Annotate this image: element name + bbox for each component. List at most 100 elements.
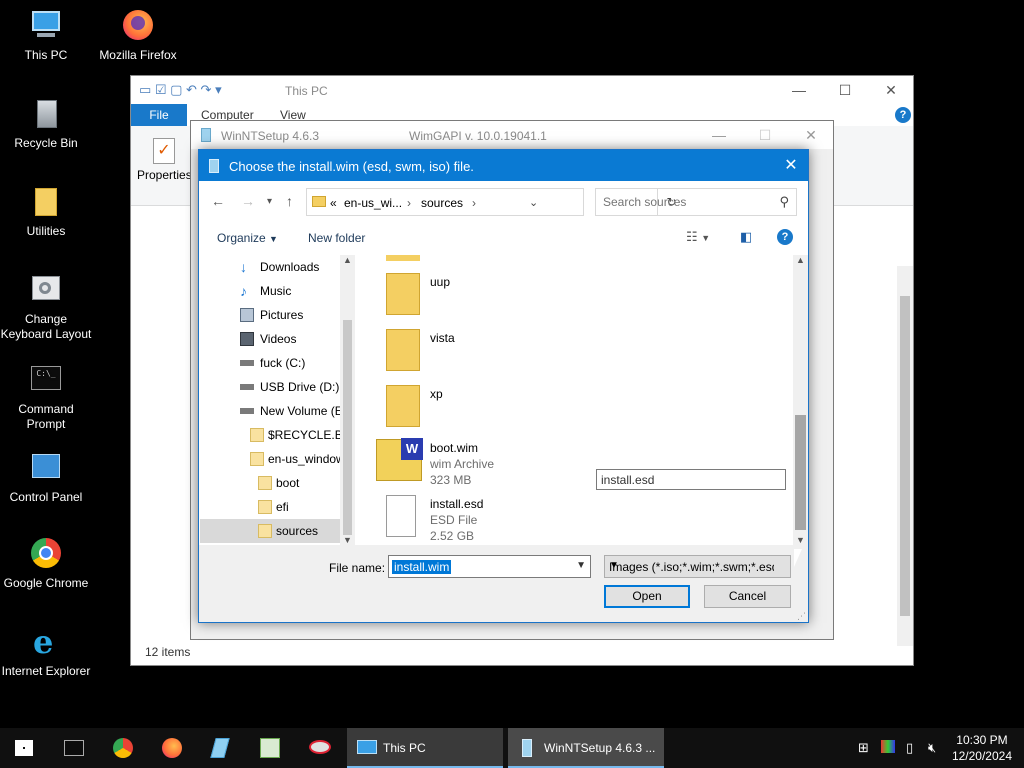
folder-icon xyxy=(250,428,264,442)
file-item-vista[interactable]: vista xyxy=(376,325,776,379)
minimize-icon[interactable]: — xyxy=(776,76,822,104)
new-folder-button[interactable]: New folder xyxy=(308,231,365,245)
folder-icon xyxy=(386,385,420,427)
address-overflow[interactable]: « xyxy=(330,196,337,210)
scroll-up-icon[interactable]: ▲ xyxy=(796,255,805,265)
file-list-scrollbar[interactable]: ▲ ▼ xyxy=(793,255,808,545)
breadcrumb-sources[interactable]: sources xyxy=(421,196,463,210)
search-input[interactable] xyxy=(603,195,763,209)
taskbar-chrome[interactable] xyxy=(101,728,145,768)
file-item-uup[interactable]: uup xyxy=(376,269,776,323)
device-icon[interactable]: ▯ xyxy=(906,740,913,756)
rename-field[interactable]: install.esd xyxy=(596,469,786,490)
music-note-icon: ♪ xyxy=(240,283,247,299)
scroll-up-icon[interactable]: ▲ xyxy=(343,255,352,265)
system-clock[interactable]: 10:30 PM 12/20/2024 xyxy=(952,732,1012,764)
address-bar[interactable]: « en-us_wi... › sources › ⌄ ↻ xyxy=(306,188,677,216)
properties-label: Properties xyxy=(137,168,192,182)
desktop-icon-internet-explorer[interactable]: e Internet Explorer xyxy=(0,624,92,679)
folder-icon xyxy=(29,184,63,218)
tree-item-recycle-bin-folder[interactable]: $RECYCLE.BIN xyxy=(200,423,340,447)
taskbar-firefox[interactable] xyxy=(150,728,194,768)
up-arrow-icon[interactable]: ↑ xyxy=(286,193,293,209)
keyboard-layout-icon xyxy=(29,272,63,306)
tree-item-en-us-windows[interactable]: en-us_window xyxy=(200,447,340,471)
command-prompt-icon: C:\_ xyxy=(29,362,63,396)
chevron-right-icon[interactable]: › xyxy=(407,196,411,210)
close-icon[interactable]: ✕ xyxy=(774,150,808,181)
help-icon[interactable]: ? xyxy=(777,229,793,245)
close-icon[interactable]: ✕ xyxy=(868,76,914,104)
tree-item-sources[interactable]: sources xyxy=(200,519,340,543)
taskbar-winntsetup[interactable]: WinNTSetup 4.6.3 ... xyxy=(508,728,664,768)
desktop-icon-utilities[interactable]: Utilities xyxy=(0,184,92,239)
taskbar-command-prompt[interactable] xyxy=(52,728,96,768)
desktop-icon-recycle-bin[interactable]: Recycle Bin xyxy=(0,96,92,151)
file-icon xyxy=(386,495,416,537)
help-icon[interactable]: ? xyxy=(895,107,911,123)
file-type-select[interactable]: Images (*.iso;*.wim;*.swm;*.esd) ▼ xyxy=(604,555,791,578)
maximize-icon[interactable]: ☐ xyxy=(742,121,788,149)
volume-muted-icon[interactable]: 🔇︎ xyxy=(928,740,936,756)
file-name-input[interactable]: install.wim ▼ xyxy=(388,555,591,578)
open-file-dialog: Choose the install.wim (esd, swm, iso) f… xyxy=(198,149,809,623)
maximize-icon[interactable]: ☐ xyxy=(822,76,868,104)
address-dropdown-icon[interactable]: ⌄ xyxy=(529,196,538,209)
cancel-button[interactable]: Cancel xyxy=(704,585,791,608)
tree-item-music[interactable]: ♪ Music xyxy=(200,279,340,303)
tree-item-pictures[interactable]: Pictures xyxy=(200,303,340,327)
tree-item-downloads[interactable]: ↓ Downloads xyxy=(200,255,340,279)
desktop-icon-command-prompt[interactable]: C:\_ Command Prompt xyxy=(0,362,92,432)
taskbar-this-pc[interactable]: This PC xyxy=(347,728,503,768)
color-display-icon[interactable] xyxy=(881,740,895,753)
properties-button[interactable]: ✓ Properties xyxy=(137,138,192,182)
winntsetup-app-icon xyxy=(201,128,211,142)
search-box[interactable]: ⚲ xyxy=(595,188,797,216)
desktop-icon-firefox[interactable]: Mozilla Firefox xyxy=(92,8,184,63)
minimize-icon[interactable]: — xyxy=(696,121,742,149)
tab-file[interactable]: File xyxy=(131,104,187,126)
taskbar-app-4[interactable] xyxy=(199,728,243,768)
navigation-pane-scrollbar[interactable]: ▲ ▼ xyxy=(340,255,355,545)
start-button[interactable] xyxy=(0,728,48,768)
network-icon[interactable]: ⊞ xyxy=(858,740,869,756)
tree-item-efi[interactable]: efi xyxy=(200,495,340,519)
mouse-cursor-icon xyxy=(794,549,802,567)
view-options-icon[interactable]: ☷ ▼ xyxy=(686,229,710,245)
forward-arrow-icon[interactable]: → xyxy=(241,193,255,209)
taskbar-app-5[interactable] xyxy=(248,728,292,768)
tree-item-drive-d[interactable]: USB Drive (D:) xyxy=(200,375,340,399)
recent-locations-chevron-icon[interactable]: ▾ xyxy=(267,196,272,207)
tree-item-drive-c[interactable]: fuck (C:) xyxy=(200,351,340,375)
taskbar: This PC WinNTSetup 4.6.3 ... ⊞ ▯ 🔇︎ 10:3… xyxy=(0,728,1024,768)
navigation-bar: ← → ▾ ↑ « en-us_wi... › sources › ⌄ ↻ ⚲ xyxy=(199,181,808,221)
open-button[interactable]: Open xyxy=(604,585,690,608)
close-icon[interactable]: ✕ xyxy=(788,121,834,149)
file-item-xp[interactable]: xp xyxy=(376,381,776,435)
file-name-value: install.wim xyxy=(392,560,452,574)
quick-access-toolbar[interactable]: ▭ ☑ ▢ ↶ ↷ ▾ xyxy=(139,82,222,98)
file-list: uup vista xp W boot.wim wim Archive 323 … xyxy=(356,255,808,545)
chevron-right-icon[interactable]: › xyxy=(472,196,476,210)
desktop-icon-label: Command Prompt xyxy=(18,402,74,431)
desktop-icon-label: Mozilla Firefox xyxy=(99,48,177,62)
chevron-down-icon[interactable]: ▼ xyxy=(576,560,586,571)
explorer-scrollbar[interactable] xyxy=(897,266,913,646)
scroll-down-icon[interactable]: ▼ xyxy=(796,535,805,545)
wim-archive-icon: W xyxy=(376,438,423,481)
file-item-install-esd[interactable]: install.esd ESD File 2.52 GB xyxy=(376,491,776,545)
tree-item-boot[interactable]: boot xyxy=(200,471,340,495)
tree-item-videos[interactable]: Videos xyxy=(200,327,340,351)
desktop-icon-control-panel[interactable]: Control Panel xyxy=(0,450,92,505)
organize-button[interactable]: Organize ▼ xyxy=(217,231,278,245)
back-arrow-icon[interactable]: ← xyxy=(211,193,225,209)
tree-item-drive-e[interactable]: New Volume (E xyxy=(200,399,340,423)
breadcrumb-en-us[interactable]: en-us_wi... xyxy=(344,196,402,210)
preview-pane-icon[interactable]: ◧ xyxy=(740,229,752,245)
scroll-down-icon[interactable]: ▼ xyxy=(343,535,352,545)
desktop-icon-this-pc[interactable]: This PC xyxy=(0,8,92,63)
resize-grip-icon[interactable]: ⋰ xyxy=(797,611,806,622)
taskbar-app-6[interactable] xyxy=(297,728,341,768)
desktop-icon-chrome[interactable]: Google Chrome xyxy=(0,536,92,591)
desktop-icon-keyboard-layout[interactable]: Change Keyboard Layout xyxy=(0,272,92,342)
